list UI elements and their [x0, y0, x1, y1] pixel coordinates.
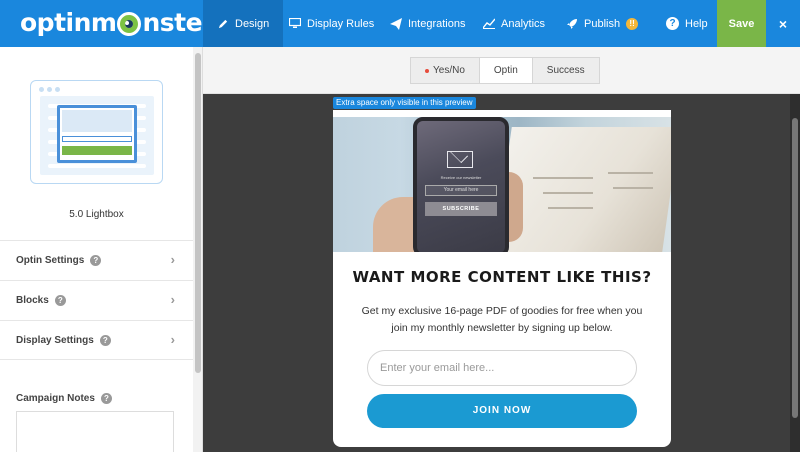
preview-toolbar: Yes/No Optin Success: [203, 47, 800, 94]
view-tabs: Yes/No Optin Success: [410, 57, 600, 84]
top-bar: optinm nster Design Display Rules Integra…: [0, 0, 800, 47]
preview-scrollbar-thumb[interactable]: [792, 118, 798, 418]
nav-label: Publish: [584, 17, 621, 30]
thumbnail-lightbox: [57, 105, 137, 163]
phone-tagline: Receive our newsletter: [440, 175, 482, 180]
sidebar-item-label: Display Settings: [16, 334, 94, 346]
thumbnail-page: [40, 96, 154, 175]
sidebar-item-label: Blocks: [16, 295, 49, 306]
paper-plane-icon: [390, 17, 402, 30]
tab-label: Yes/No: [433, 65, 465, 76]
help-icon[interactable]: ?: [99, 334, 111, 346]
chevron-right-icon: ›: [170, 252, 175, 267]
extra-space-note: Extra space only visible in this preview: [333, 97, 476, 109]
lightbox-body-text[interactable]: Get my exclusive 16-page PDF of goodies …: [361, 303, 643, 337]
campaign-notes-heading: Campaign Notes ?: [16, 393, 112, 404]
question-icon: ?: [666, 17, 679, 30]
publish-warning-badge: !!: [626, 17, 639, 30]
nav-analytics[interactable]: Analytics: [469, 0, 559, 47]
tab-label: Success: [546, 65, 585, 76]
sidebar-item-blocks[interactable]: Blocks ? ›: [0, 280, 193, 320]
window-dots-icon: [39, 87, 60, 92]
nav-publish[interactable]: Publish !!: [552, 0, 652, 47]
nav-label: Display Rules: [307, 17, 375, 30]
lightbox-popup: Receive our newsletter Your email here S…: [333, 110, 671, 447]
sidebar-item-display-settings[interactable]: Display Settings ? ›: [0, 320, 193, 360]
nav-help[interactable]: ? Help: [652, 0, 722, 47]
tab-optin[interactable]: Optin: [478, 57, 533, 84]
phone-subscribe-button: SUBSCRIBE: [425, 202, 497, 216]
help-icon[interactable]: ?: [54, 295, 66, 306]
sidebar-item-label: Optin Settings: [16, 255, 85, 266]
phone-mockup: Receive our newsletter Your email here S…: [413, 117, 509, 252]
tab-yes-no[interactable]: Yes/No: [410, 57, 480, 84]
logo-text-start: optinm: [20, 8, 117, 37]
nav-display-rules[interactable]: Display Rules: [275, 0, 388, 47]
chevron-right-icon: ›: [170, 332, 175, 347]
nav-design[interactable]: Design: [203, 0, 284, 47]
nav-label: Integrations: [408, 17, 466, 30]
rocket-icon: [566, 18, 578, 30]
tab-success[interactable]: Success: [531, 57, 600, 84]
chevron-right-icon: ›: [170, 292, 175, 307]
pencil-icon: [217, 18, 229, 30]
close-button[interactable]: ×: [766, 0, 800, 47]
template-name: 5.0 Lightbox: [69, 209, 124, 220]
envelope-icon: [447, 151, 473, 168]
status-dot-icon: [425, 68, 429, 73]
campaign-notes-label: Campaign Notes: [16, 393, 95, 404]
nav-label: Design: [235, 17, 270, 30]
optinmonster-logo[interactable]: optinm nster: [20, 8, 214, 38]
save-button[interactable]: Save: [717, 0, 766, 47]
monitor-icon: [289, 18, 301, 30]
lightbox-headline[interactable]: WANT MORE CONTENT LIKE THIS?: [333, 268, 671, 286]
help-icon[interactable]: ?: [100, 393, 112, 404]
campaign-notes-textarea[interactable]: [16, 411, 174, 452]
nav-label: Help: [685, 17, 708, 30]
nav-integrations[interactable]: Integrations: [376, 0, 479, 47]
email-input[interactable]: [367, 350, 637, 386]
phone-email-field: Your email here: [425, 185, 497, 196]
nav-label: Analytics: [501, 17, 546, 30]
monster-eye-icon: [117, 12, 142, 36]
tab-label: Optin: [493, 65, 518, 76]
line-chart-icon: [483, 18, 495, 30]
join-now-button[interactable]: JOIN NOW: [367, 394, 637, 428]
sidebar-item-optin-settings[interactable]: Optin Settings ? ›: [0, 240, 193, 280]
hero-image[interactable]: Receive our newsletter Your email here S…: [333, 117, 671, 252]
template-thumbnail[interactable]: [30, 80, 163, 184]
help-icon[interactable]: ?: [90, 255, 102, 266]
sidebar-scrollbar-thumb[interactable]: [195, 53, 201, 373]
left-sidebar: 5.0 Lightbox Optin Settings ? › Blocks ?…: [0, 47, 203, 452]
